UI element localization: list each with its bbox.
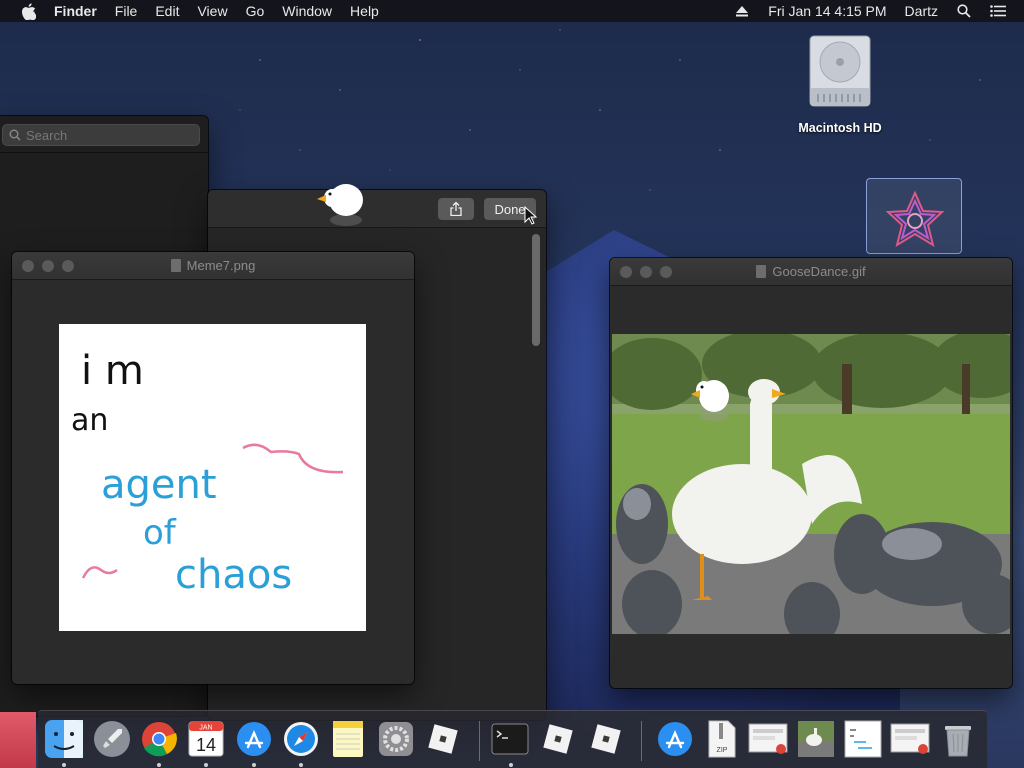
roblox-icon-2 <box>543 724 573 754</box>
menu-edit[interactable]: Edit <box>155 3 179 19</box>
meme-line-4: of <box>143 513 177 553</box>
meme-preview-window[interactable]: Meme7.png i m an agent of chaos <box>12 252 414 684</box>
dock-chrome[interactable] <box>139 719 179 759</box>
dock-roblox-player[interactable] <box>586 719 626 759</box>
dock-goose-thumbnail[interactable] <box>796 719 836 759</box>
dock-roblox[interactable] <box>423 719 463 759</box>
calendar-day: 14 <box>196 735 216 755</box>
roblox-icon <box>428 724 458 754</box>
quicklook-toolbar: Done <box>208 190 546 228</box>
goose-gif-thumbnail-icon <box>798 721 834 757</box>
menu-help[interactable]: Help <box>350 3 379 19</box>
screenshot-thumbnail-icon-2 <box>890 723 930 754</box>
dock-system-preferences[interactable] <box>376 719 416 759</box>
zip-file-icon: ZIP <box>708 720 736 758</box>
app-store-running-indicator <box>252 763 256 767</box>
menu-app-name[interactable]: Finder <box>54 3 97 19</box>
meme-line-1: i m <box>81 348 144 394</box>
meme-titlebar: Meme7.png <box>12 252 414 280</box>
calendar-icon: JAN 14 <box>188 721 224 757</box>
dock-safari[interactable] <box>281 719 321 759</box>
finder-divider <box>0 152 208 153</box>
share-button[interactable] <box>438 198 474 220</box>
meme-image: i m an agent of chaos <box>59 324 366 631</box>
goosedance-preview-window[interactable]: GooseDance.gif <box>610 258 1012 688</box>
dock-screenshot-2[interactable] <box>890 719 930 759</box>
dock-meme-thumbnail[interactable] <box>843 719 883 759</box>
desktop-goose-icon <box>317 184 363 226</box>
gear-icon <box>379 722 413 756</box>
dock: JAN 14 ZIP <box>38 710 987 768</box>
rocket-icon <box>94 721 130 757</box>
dock-zip-file[interactable]: ZIP <box>702 719 742 759</box>
menu-user[interactable]: Dartz <box>905 3 938 19</box>
calendar-running-indicator <box>204 763 208 767</box>
chrome-running-indicator <box>157 763 161 767</box>
dock-screenshot-1[interactable] <box>748 719 788 759</box>
terminal-icon <box>491 723 529 755</box>
chrome-icon <box>142 722 177 757</box>
spotlight-search-icon[interactable] <box>956 3 972 19</box>
terminal-running-indicator <box>509 763 513 767</box>
meme-line-3: agent <box>101 462 217 508</box>
dock-terminal[interactable] <box>490 719 530 759</box>
mandala-image-file-icon[interactable] <box>866 178 962 254</box>
notification-center-icon[interactable] <box>990 3 1006 19</box>
mouse-cursor-icon <box>524 206 538 225</box>
dock-trash[interactable] <box>938 719 978 759</box>
quicklook-scrollbar[interactable] <box>532 234 540 346</box>
dock-notes[interactable] <box>328 719 368 759</box>
menu-window[interactable]: Window <box>282 3 332 19</box>
goose-dance-video <box>612 334 1010 634</box>
safari-running-indicator <box>299 763 303 767</box>
goose-titlebar: GooseDance.gif <box>610 258 1012 286</box>
desktop-goose-on-video-icon <box>691 380 729 421</box>
calendar-month: JAN <box>199 725 212 732</box>
screenshot-thumbnail-icon <box>748 723 788 754</box>
partial-window-edge <box>0 712 36 768</box>
roblox-icon-3 <box>591 724 621 754</box>
meme-line-2: an <box>71 403 108 438</box>
meme-window-title: Meme7.png <box>186 258 256 273</box>
dock-finder[interactable] <box>44 719 84 759</box>
dock-separator <box>479 721 480 761</box>
finder-search-placeholder: Search <box>26 127 68 143</box>
png-file-icon <box>170 259 181 272</box>
macintosh-hd-label: Macintosh HD <box>798 121 882 135</box>
dock-calendar[interactable]: JAN 14 <box>186 719 226 759</box>
dock-separator-2 <box>641 721 642 761</box>
hard-drive-icon <box>809 35 871 107</box>
macintosh-hd-icon[interactable]: Macintosh HD <box>790 32 890 135</box>
pink-squiggle <box>81 566 118 579</box>
share-icon <box>450 202 462 216</box>
finder-icon <box>45 720 83 758</box>
meme-line-5: chaos <box>175 552 292 598</box>
notes-icon <box>333 721 363 757</box>
dock-roblox-studio[interactable] <box>538 719 578 759</box>
eject-icon[interactable] <box>734 3 750 19</box>
dock-app-store[interactable] <box>234 719 274 759</box>
menu-view[interactable]: View <box>197 3 227 19</box>
dock-downloads-stack[interactable] <box>655 719 695 759</box>
menu-bar: Finder File Edit View Go Window Help Fri… <box>0 0 1024 22</box>
menu-file[interactable]: File <box>115 3 138 19</box>
trash-icon <box>945 726 971 757</box>
mandala-thumbnail <box>885 190 945 248</box>
zip-label: ZIP <box>717 747 728 754</box>
goose-window-title: GooseDance.gif <box>772 264 866 279</box>
dock-launchpad[interactable] <box>92 719 132 759</box>
gif-file-icon <box>756 265 767 278</box>
apple-menu-icon[interactable] <box>18 1 38 21</box>
pink-scribble <box>242 443 344 474</box>
menu-clock[interactable]: Fri Jan 14 4:15 PM <box>768 3 886 19</box>
menu-go[interactable]: Go <box>246 3 265 19</box>
finder-search-field[interactable]: Search <box>2 124 200 146</box>
meme-image-thumbnail-icon <box>844 720 882 758</box>
search-icon <box>9 129 21 141</box>
app-store-stack-icon <box>658 722 692 756</box>
safari-compass-icon <box>284 722 318 756</box>
finder-running-indicator <box>62 763 66 767</box>
app-store-icon <box>237 722 271 756</box>
